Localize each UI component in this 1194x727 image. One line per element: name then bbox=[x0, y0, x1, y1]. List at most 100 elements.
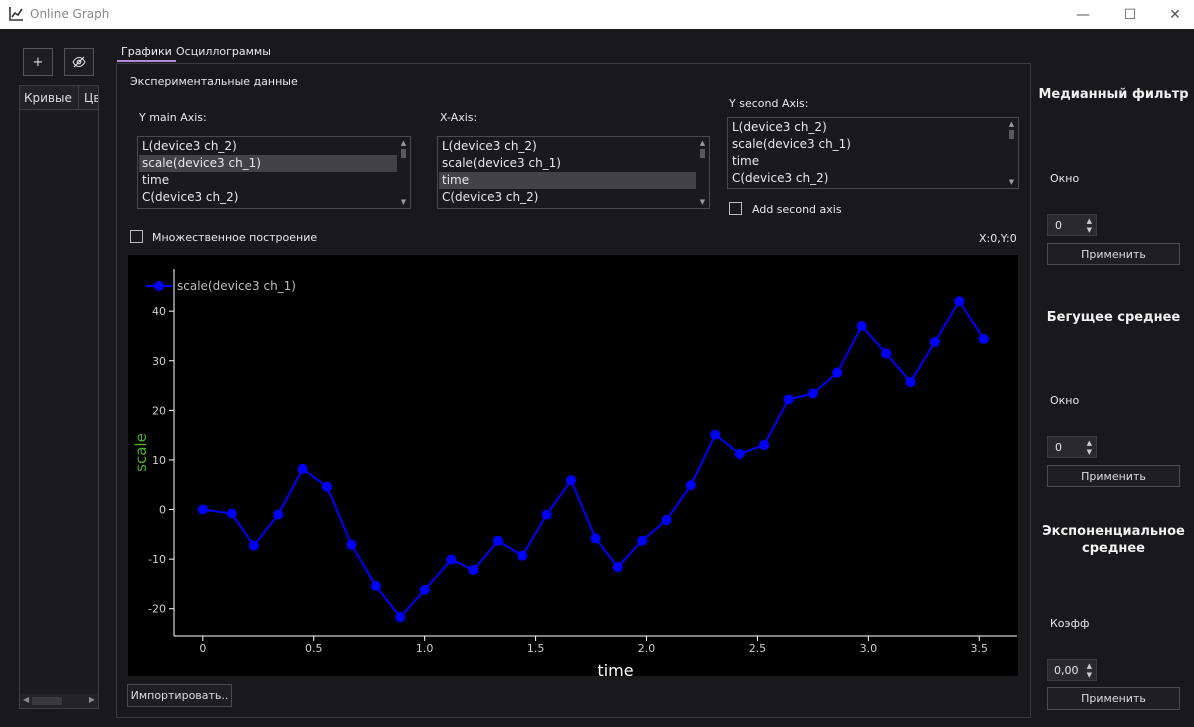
x-tick-label: 0.5 bbox=[305, 642, 323, 655]
median-apply-button[interactable]: Применить bbox=[1047, 243, 1180, 265]
y-tick-label: 40 bbox=[152, 305, 166, 318]
line-chart[interactable]: 0 0.5 1.0 1.5 2.0 2.5 3.0 3.5 -20 -10 0 10 20 30 40 tim… bbox=[128, 255, 1018, 680]
data-point bbox=[661, 514, 672, 525]
column-header-color[interactable]: Цв bbox=[84, 91, 98, 105]
y-tick-label: -10 bbox=[148, 553, 166, 566]
column-header-curves[interactable]: Кривые bbox=[24, 91, 72, 105]
y-second-axis-list[interactable]: L(device3 ch_2) scale(device3 ch_1) time… bbox=[727, 117, 1019, 189]
title-bar: Online Graph — ☐ ✕ bbox=[0, 0, 1194, 29]
data-point bbox=[197, 504, 208, 515]
import-button[interactable]: Импортировать.. bbox=[127, 684, 232, 707]
tab-oscillograms[interactable]: Осциллограммы bbox=[172, 42, 275, 62]
tab-graphs[interactable]: Графики bbox=[117, 42, 176, 62]
list-item[interactable]: time bbox=[729, 153, 1005, 170]
data-point bbox=[226, 508, 237, 519]
data-point bbox=[370, 580, 381, 591]
y-tick-label: 10 bbox=[152, 454, 166, 467]
scroll-left-icon[interactable]: ◀ bbox=[23, 695, 29, 704]
spinbox-value: 0 bbox=[1055, 219, 1062, 232]
data-point bbox=[541, 509, 552, 520]
x-tick-label: 2.0 bbox=[638, 642, 656, 655]
legend-marker bbox=[154, 281, 164, 291]
legend-label: scale(device3 ch_1) bbox=[177, 279, 296, 293]
curves-table[interactable]: Кривые Цв ◀ ▶ bbox=[19, 85, 99, 709]
data-point bbox=[905, 377, 916, 388]
vertical-scrollbar[interactable]: ▲ ▼ bbox=[1007, 120, 1016, 186]
x-axis-title: time bbox=[597, 661, 633, 676]
data-point bbox=[297, 463, 308, 474]
list-item[interactable]: scale(device3 ch_1) bbox=[439, 155, 696, 172]
running-apply-button[interactable]: Применить bbox=[1047, 465, 1180, 487]
x-tick-label: 3.5 bbox=[971, 642, 989, 655]
add-second-axis-checkbox[interactable] bbox=[729, 202, 742, 215]
data-point bbox=[856, 321, 867, 332]
exp-apply-button[interactable]: Применить bbox=[1047, 687, 1180, 710]
data-point bbox=[734, 448, 745, 459]
data-point bbox=[954, 296, 965, 307]
maximize-button[interactable]: ☐ bbox=[1107, 0, 1153, 29]
running-window-spinbox[interactable]: 0 ▲ ▼ bbox=[1047, 436, 1097, 458]
multi-plot-checkbox[interactable] bbox=[130, 230, 143, 243]
data-point bbox=[395, 612, 406, 623]
list-item[interactable]: C(device3 ch_2) bbox=[729, 170, 1005, 187]
data-point bbox=[446, 554, 457, 565]
median-window-spinbox[interactable]: 0 ▲ ▼ bbox=[1047, 214, 1097, 236]
running-window-label: Окно bbox=[1050, 394, 1080, 407]
list-item[interactable]: L(device3 ch_2) bbox=[139, 138, 397, 155]
data-point bbox=[685, 480, 696, 491]
cursor-coordinates: X:0,Y:0 bbox=[979, 232, 1017, 245]
data-point bbox=[419, 584, 430, 595]
x-axis-list[interactable]: L(device3 ch_2) scale(device3 ch_1) time… bbox=[437, 136, 710, 209]
vertical-scrollbar[interactable]: ▲ ▼ bbox=[399, 139, 408, 206]
vertical-scrollbar[interactable]: ▲ ▼ bbox=[698, 139, 707, 206]
spinbox-arrows-icon[interactable]: ▲ ▼ bbox=[1087, 217, 1092, 235]
minimize-button[interactable]: — bbox=[1060, 0, 1106, 29]
horizontal-scrollbar[interactable]: ◀ ▶ bbox=[20, 694, 98, 708]
data-point bbox=[322, 481, 333, 492]
spinbox-value: 0 bbox=[1055, 441, 1062, 454]
scrollbar-thumb[interactable] bbox=[32, 697, 62, 705]
running-average-title: Бегущее среднее bbox=[1046, 310, 1181, 325]
list-item-selected[interactable]: scale(device3 ch_1) bbox=[139, 155, 397, 172]
list-item[interactable]: L(device3 ch_2) bbox=[439, 138, 696, 155]
spinbox-arrows-icon[interactable]: ▲ ▼ bbox=[1087, 439, 1092, 457]
data-point bbox=[929, 336, 940, 347]
median-window-label: Окно bbox=[1050, 172, 1080, 185]
add-curve-button[interactable]: + bbox=[23, 48, 53, 76]
data-point bbox=[759, 440, 770, 451]
exp-average-title: Экспоненциальное среднее bbox=[1042, 524, 1185, 556]
data-point bbox=[248, 540, 259, 551]
list-item[interactable]: scale(device3 ch_1) bbox=[729, 136, 1005, 153]
toggle-visibility-button[interactable] bbox=[64, 48, 94, 76]
list-item[interactable]: L(device3 ch_2) bbox=[729, 119, 1005, 136]
data-point bbox=[566, 475, 577, 486]
y-tick-label: 20 bbox=[152, 404, 166, 417]
x-axis-label: X-Axis: bbox=[440, 111, 478, 124]
data-point bbox=[807, 388, 818, 399]
close-button[interactable]: ✕ bbox=[1152, 0, 1194, 29]
data-point bbox=[637, 535, 648, 546]
list-item[interactable]: C(device3 ch_2) bbox=[139, 189, 397, 206]
plot-area[interactable]: 0 0.5 1.0 1.5 2.0 2.5 3.0 3.5 -20 -10 0 10 20 30 40 tim… bbox=[128, 255, 1018, 680]
spinbox-value: 0,00 bbox=[1054, 664, 1079, 677]
data-point bbox=[710, 429, 721, 440]
list-item[interactable]: time bbox=[139, 172, 397, 189]
x-tick-label: 3.0 bbox=[860, 642, 878, 655]
multi-plot-label: Множественное построение bbox=[152, 231, 318, 244]
list-item[interactable]: C(device3 ch_2) bbox=[439, 189, 696, 206]
window-title: Online Graph bbox=[30, 7, 110, 21]
y-main-axis-list[interactable]: L(device3 ch_2) scale(device3 ch_1) time… bbox=[137, 136, 411, 209]
y-tick-label: 0 bbox=[159, 504, 166, 517]
add-second-axis-label: Add second axis bbox=[752, 203, 842, 216]
x-tick-label: 1.0 bbox=[416, 642, 434, 655]
spinbox-arrows-icon[interactable]: ▲ ▼ bbox=[1087, 662, 1092, 680]
x-tick-label: 0 bbox=[199, 642, 206, 655]
scroll-right-icon[interactable]: ▶ bbox=[89, 695, 95, 704]
data-point bbox=[273, 509, 284, 520]
filters-panel: Медианный фильтр Окно 0 ▲ ▼ Применить Бег… bbox=[1036, 38, 1192, 727]
y-second-axis-label: Y second Axis: bbox=[729, 97, 809, 110]
x-tick-label: 1.5 bbox=[527, 642, 545, 655]
data-point bbox=[881, 348, 892, 359]
exp-coef-spinbox[interactable]: 0,00 ▲ ▼ bbox=[1047, 659, 1097, 681]
list-item-selected[interactable]: time bbox=[439, 172, 696, 189]
